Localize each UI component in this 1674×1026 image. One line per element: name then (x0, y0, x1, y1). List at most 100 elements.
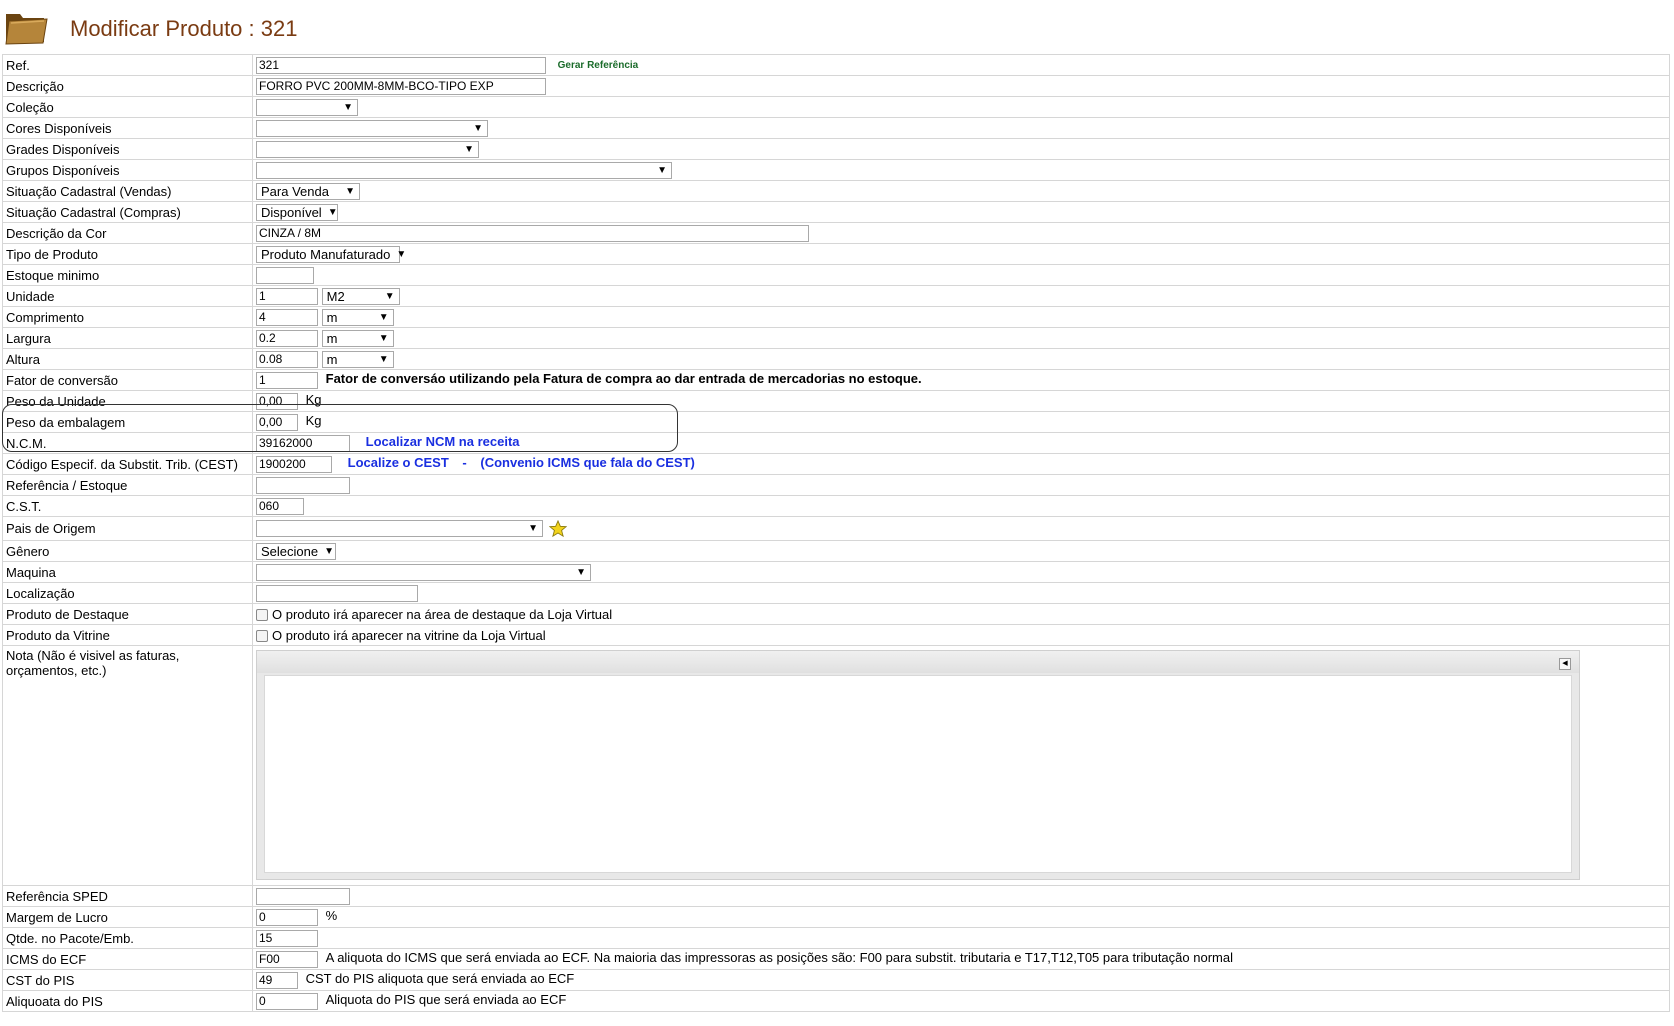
page-header: Modificar Produto : 321 (0, 0, 1674, 54)
row-altura: Altura 0.08 m ▼ (2, 348, 1670, 370)
aliq-pis-note: Aliquota do PIS que será enviada ao ECF (325, 992, 567, 1008)
label-situacao-vendas: Situação Cadastral (Vendas) (2, 180, 253, 202)
peso-unidade-unit: Kg (305, 392, 322, 408)
cest-input[interactable]: 1900200 (256, 455, 332, 473)
situacao-vendas-select[interactable]: Para Venda ▼ (256, 182, 360, 200)
ref-input[interactable]: 321 (256, 56, 546, 74)
label-ncm: N.C.M. (2, 432, 253, 454)
row-ncm: N.C.M. 39162000 Localizar NCM na receita (2, 432, 1670, 454)
fator-input[interactable]: 1 (256, 371, 318, 389)
comprimento-input[interactable]: 4 (256, 308, 318, 326)
peso-unidade-input[interactable]: 0,00 (256, 392, 298, 410)
chevron-down-icon: ▼ (345, 185, 355, 197)
maquina-select[interactable]: ▼ (256, 563, 591, 581)
convenio-icms-link[interactable]: (Convenio ICMS que fala do CEST) (480, 455, 695, 470)
label-comprimento: Comprimento (2, 306, 253, 328)
estoque-minimo-input[interactable] (256, 266, 314, 284)
cest-separator: - (462, 455, 467, 471)
localizacao-input[interactable] (256, 584, 418, 602)
row-fator: Fator de conversão 1 Fator de conversáo … (2, 369, 1670, 391)
ncm-input[interactable]: 39162000 (256, 434, 350, 452)
label-destaque: Produto de Destaque (2, 603, 253, 625)
peso-embalagem-input[interactable]: 0,00 (256, 413, 298, 431)
cst-input[interactable]: 060 (256, 497, 304, 515)
row-situacao-compras: Situação Cadastral (Compras) Disponível ▼ (2, 201, 1670, 223)
descricao-input[interactable]: FORRO PVC 200MM-8MM-BCO-TIPO EXP (256, 77, 546, 95)
label-pais: Pais de Origem (2, 516, 253, 541)
product-form: Ref. 321 Gerar Referência Descrição FORR… (2, 54, 1670, 1012)
descricao-cor-input[interactable]: CINZA / 8M (256, 224, 809, 242)
row-peso-unidade: Peso da Unidade 0,00 Kg (2, 390, 1670, 412)
label-icms: ICMS do ECF (2, 948, 253, 970)
collapse-icon[interactable]: ◀ (1559, 658, 1571, 670)
nota-editor[interactable]: ◀ (256, 650, 1580, 880)
label-colecao: Coleção (2, 96, 253, 118)
comprimento-unit-select[interactable]: m ▼ (321, 308, 394, 326)
row-cest: Código Especif. da Substit. Trib. (CEST)… (2, 453, 1670, 475)
chevron-down-icon: ▼ (384, 290, 395, 302)
row-aliq-pis: Aliquoata do PIS 0 Aliquota do PIS que s… (2, 990, 1670, 1012)
unidade-select[interactable]: M2 ▼ (321, 287, 400, 305)
gerar-referencia-link[interactable]: Gerar Referência (558, 60, 639, 71)
aliq-pis-input[interactable]: 0 (256, 992, 318, 1010)
label-fator: Fator de conversão (2, 369, 253, 391)
chevron-down-icon: ▼ (378, 353, 389, 365)
peso-embalagem-unit: Kg (305, 413, 322, 429)
star-icon[interactable] (548, 519, 567, 538)
row-cst-pis: CST do PIS 49 CST do PIS aliquota que se… (2, 969, 1670, 991)
unidade-input[interactable]: 1 (256, 287, 318, 305)
ref-estoque-input[interactable] (256, 476, 350, 494)
row-descricao-cor: Descrição da Cor CINZA / 8M (2, 222, 1670, 244)
label-qtde: Qtde. no Pacote/Emb. (2, 927, 253, 949)
label-ref-sped: Referência SPED (2, 885, 253, 907)
largura-unit-select[interactable]: m ▼ (321, 329, 394, 347)
destaque-checkbox[interactable] (256, 609, 268, 622)
row-ref-estoque: Referência / Estoque (2, 474, 1670, 496)
row-descricao: Descrição FORRO PVC 200MM-8MM-BCO-TIPO E… (2, 75, 1670, 97)
row-nota: Nota (Não é visivel as faturas, orçament… (2, 645, 1670, 886)
fator-note: Fator de conversáo utilizando pela Fatur… (325, 371, 922, 387)
largura-input[interactable]: 0.2 (256, 329, 318, 347)
localizar-ncm-link[interactable]: Localizar NCM na receita (366, 434, 520, 449)
folder-icon (5, 14, 48, 45)
label-aliq-pis: Aliquoata do PIS (2, 990, 253, 1012)
tipo-produto-select[interactable]: Produto Manufaturado ▼ (256, 245, 406, 263)
pais-select[interactable]: ▼ (256, 520, 543, 537)
colecao-select[interactable]: ▼ (256, 98, 358, 116)
nota-textarea[interactable] (264, 675, 1572, 873)
chevron-down-icon: ▼ (343, 101, 353, 113)
margem-input[interactable]: 0 (256, 908, 318, 926)
ref-sped-input[interactable] (256, 887, 350, 905)
localize-cest-link[interactable]: Localize o CEST (348, 455, 449, 470)
label-vitrine: Produto da Vitrine (2, 624, 253, 646)
row-icms: ICMS do ECF F00 A aliquota do ICMS que s… (2, 948, 1670, 970)
label-nota: Nota (Não é visivel as faturas, orçament… (2, 645, 253, 886)
chevron-down-icon: ▼ (657, 164, 667, 176)
icms-input[interactable]: F00 (256, 950, 318, 968)
row-grades: Grades Disponíveis ▼ (2, 138, 1670, 160)
altura-input[interactable]: 0.08 (256, 350, 318, 368)
label-maquina: Maquina (2, 561, 253, 583)
cst-pis-input[interactable]: 49 (256, 971, 298, 989)
cores-select[interactable]: ▼ (256, 119, 488, 137)
label-localizacao: Localização (2, 582, 253, 604)
genero-select[interactable]: Selecione ▼ (256, 542, 336, 560)
label-ref: Ref. (2, 54, 253, 76)
vitrine-checkbox[interactable] (256, 630, 268, 643)
row-situacao-vendas: Situação Cadastral (Vendas) Para Venda ▼ (2, 180, 1670, 202)
row-destaque: Produto de Destaque O produto irá aparec… (2, 603, 1670, 625)
situacao-compras-select[interactable]: Disponível ▼ (256, 203, 338, 221)
altura-unit-select[interactable]: m ▼ (321, 350, 394, 368)
row-estoque-minimo: Estoque minimo (2, 264, 1670, 286)
row-pais: Pais de Origem ▼ (2, 516, 1670, 541)
chevron-down-icon: ▼ (396, 248, 407, 260)
qtde-input[interactable]: 15 (256, 929, 318, 947)
grupos-select[interactable]: ▼ (256, 161, 672, 179)
row-margem: Margem de Lucro 0 % (2, 906, 1670, 928)
grades-select[interactable]: ▼ (256, 140, 479, 158)
destaque-text: O produto irá aparecer na área de destaq… (272, 606, 613, 622)
label-largura: Largura (2, 327, 253, 349)
label-peso-unidade: Peso da Unidade (2, 390, 253, 412)
label-genero: Gênero (2, 540, 253, 562)
row-ref: Ref. 321 Gerar Referência (2, 54, 1670, 76)
